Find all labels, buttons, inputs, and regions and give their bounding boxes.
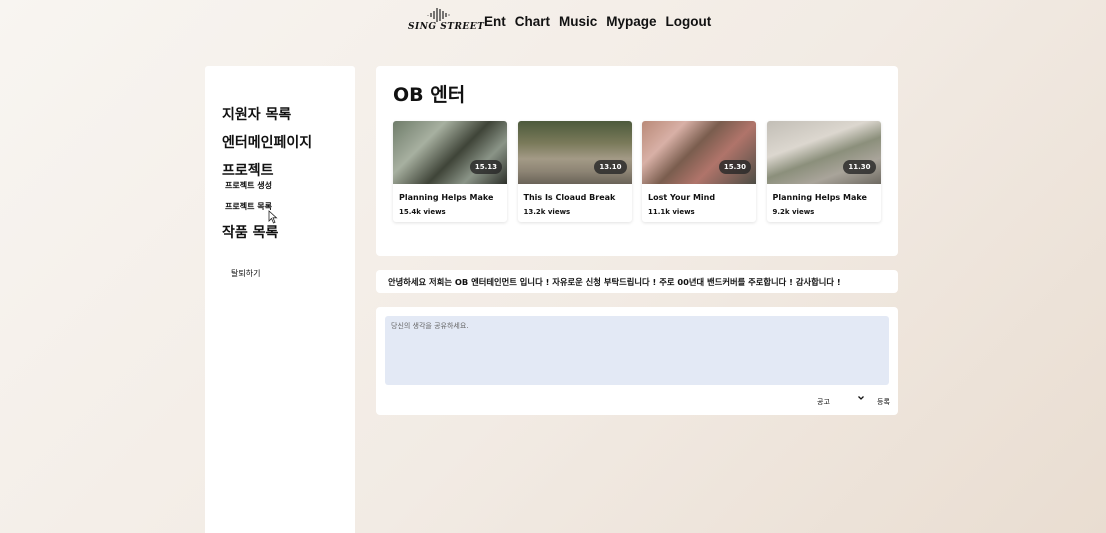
video-views: 13.2k views [523,208,571,216]
category-value: 공고 [817,398,830,406]
video-duration: 13.10 [594,160,627,174]
notice-card: 안녕하세요 저희는 OB 엔터테인먼트 입니다 ! 자유로운 신청 부탁드립니다… [376,270,898,293]
video-card[interactable]: 15.13 Planning Helps Make 15.4k views [393,121,507,222]
comment-form: 공고 등록 [376,307,898,415]
sidebar-item-works[interactable]: 작품 목록 [222,222,278,242]
video-views: 15.4k views [399,208,446,216]
comment-input[interactable] [385,316,889,385]
logo[interactable]: SING STREET [408,7,484,35]
nav-chart[interactable]: Chart [515,14,550,29]
video-duration: 11.30 [843,160,876,174]
nav-logout[interactable]: Logout [666,14,712,29]
video-title: Planning Helps Make [772,193,867,202]
sound-wave-icon [427,8,450,22]
nav-music[interactable]: Music [559,14,597,29]
sidebar-item-project-create[interactable]: 프로젝트 생성 [225,180,272,191]
sidebar-item-project-list[interactable]: 프로젝트 목록 [225,201,272,212]
video-card[interactable]: 13.10 This Is Cloaud Break 13.2k views [517,121,632,222]
notice-text: 안녕하세요 저희는 OB 엔터테인먼트 입니다 ! 자유로운 신청 부탁드립니다… [388,277,841,287]
video-title: Lost Your Mind [648,193,716,202]
video-duration: 15.13 [469,160,502,174]
video-card[interactable]: 15.30 Lost Your Mind 11.1k views [642,121,756,222]
top-navigation: SING STREET Ent Chart Music Mypage Logou… [408,6,720,36]
sidebar-item-applicants[interactable]: 지원자 목록 [222,104,291,124]
nav-mypage[interactable]: Mypage [606,14,656,29]
video-views: 11.1k views [648,208,695,216]
video-thumbnail: 11.30 [766,121,881,184]
video-card[interactable]: 11.30 Planning Helps Make 9.2k views [766,121,881,222]
mouse-cursor-icon [268,210,278,224]
sidebar-item-project[interactable]: 프로젝트 [222,160,274,180]
category-select[interactable]: 공고 [817,395,867,409]
video-duration: 15.30 [718,160,751,174]
video-title: Planning Helps Make [399,193,494,202]
sidebar: 지원자 목록 엔터메인페이지 프로젝트 프로젝트 생성 프로젝트 목록 작품 목… [205,66,355,533]
nav-ent[interactable]: Ent [484,14,506,29]
submit-button[interactable]: 등록 [877,397,890,407]
sidebar-item-ent-main[interactable]: 엔터메인페이지 [222,132,312,152]
video-list: 15.13 Planning Helps Make 15.4k views 13… [393,121,891,222]
video-thumbnail: 13.10 [517,121,632,184]
video-thumbnail: 15.13 [393,121,507,184]
sidebar-item-withdraw[interactable]: 탈퇴하기 [231,268,260,279]
video-views: 9.2k views [772,208,815,216]
chevron-down-icon [858,396,864,400]
logo-text: SING STREET [408,22,485,32]
entertainment-card: OB 엔터 15.13 Planning Helps Make 15.4k vi… [376,66,898,256]
video-thumbnail: 15.30 [642,121,756,184]
page-title: OB 엔터 [393,84,466,106]
video-title: This Is Cloaud Break [523,193,616,202]
